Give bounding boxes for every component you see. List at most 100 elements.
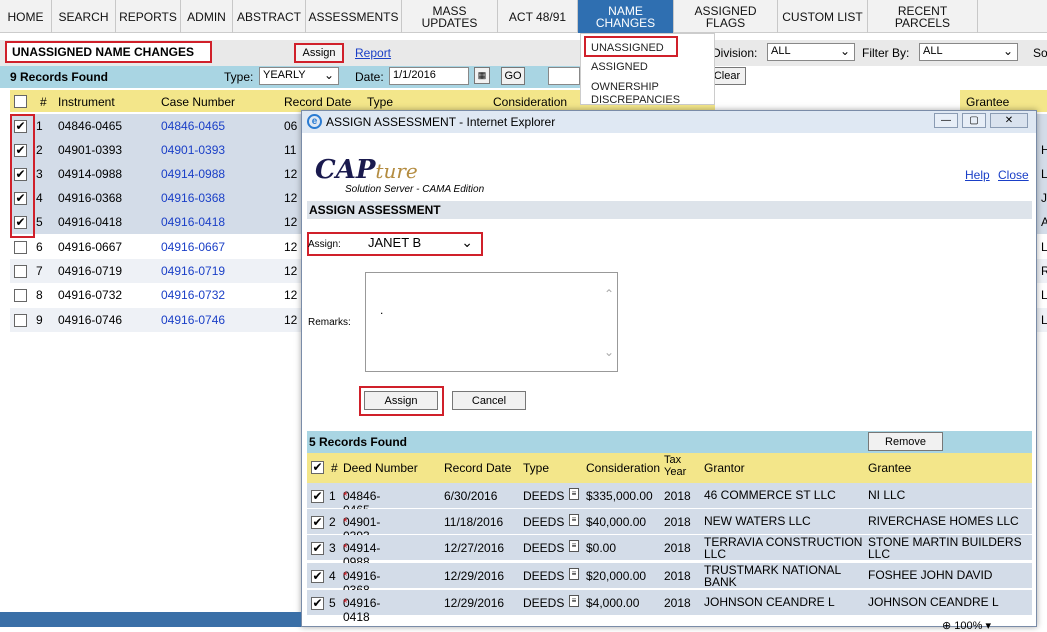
- row-case-number-link[interactable]: 04916-0746: [161, 313, 225, 327]
- row-number: 3: [36, 167, 43, 181]
- row-number: 9: [36, 313, 43, 327]
- sort-label: So: [1033, 46, 1047, 60]
- maximize-icon[interactable]: ▢: [962, 113, 986, 128]
- dialog-row-consideration: $4,000.00: [586, 596, 640, 610]
- dialog-table-header: ✔ # Deed Number Record Date Type Conside…: [307, 453, 1032, 483]
- nav-mass-updates[interactable]: MASS UPDATES: [402, 0, 498, 33]
- nav-custom-list[interactable]: CUSTOM LIST: [778, 0, 868, 33]
- row-case-number-link[interactable]: 04916-0418: [161, 215, 225, 229]
- row-checkbox[interactable]: [14, 314, 27, 327]
- document-icon[interactable]: ≡: [569, 595, 579, 607]
- remarks-textarea[interactable]: . ⌃ ⌄: [365, 272, 618, 372]
- dialog-row-grantor: TRUSTMARK NATIONAL BANK: [704, 563, 841, 589]
- dialog-table-row[interactable]: ✔404916-0368*12/29/2016DEEDS≡$20,000.002…: [307, 563, 1032, 597]
- row-checkbox[interactable]: [14, 265, 27, 278]
- row-record-date: 12: [284, 313, 298, 327]
- nav-recent-parcels[interactable]: RECENT PARCELS: [868, 0, 978, 33]
- nav-home[interactable]: HOME: [0, 0, 52, 33]
- row-case-number-link[interactable]: 04916-0667: [161, 240, 225, 254]
- remove-button[interactable]: Remove: [868, 432, 943, 451]
- assign-button[interactable]: Assign: [294, 43, 344, 63]
- calendar-icon[interactable]: ▦: [474, 67, 490, 84]
- row-record-date: 12: [284, 240, 298, 254]
- row-case-number-link[interactable]: 04901-0393: [161, 143, 225, 157]
- row-grantee-partial: L: [1041, 167, 1047, 181]
- dialog-row-tax-year: 2018: [664, 541, 691, 555]
- row-case-number-link[interactable]: 04916-0719: [161, 264, 225, 278]
- row-checkbox[interactable]: [14, 289, 27, 302]
- col-case-number[interactable]: Case Number: [161, 95, 235, 109]
- zoom-indicator[interactable]: ⊕ 100% ▾: [942, 619, 991, 632]
- assign-select[interactable]: JANET B ⌄: [365, 234, 477, 254]
- row-instrument: 04916-0418: [58, 215, 123, 229]
- nav-search[interactable]: SEARCH: [52, 0, 116, 33]
- dcol-record-date: Record Date: [444, 461, 512, 475]
- dialog-row-consideration: $40,000.00: [586, 515, 647, 529]
- row-checkbox[interactable]: [14, 241, 27, 254]
- nav-act-48-91[interactable]: ACT 48/91: [498, 0, 578, 33]
- scroll-down-icon[interactable]: ⌄: [604, 345, 614, 359]
- scroll-up-icon[interactable]: ⌃: [604, 287, 614, 301]
- row-grantee-partial: L: [1041, 240, 1047, 254]
- nav-admin[interactable]: ADMIN: [181, 0, 233, 33]
- row-record-date: 06: [284, 119, 298, 133]
- ie-icon: e: [307, 114, 322, 129]
- dialog-row-grantee: FOSHEE JOHN DAVID: [868, 568, 993, 582]
- division-select[interactable]: ALL ⌄: [767, 43, 855, 61]
- dialog-select-all-checkbox[interactable]: ✔: [311, 461, 324, 474]
- minimize-icon[interactable]: —: [934, 113, 958, 128]
- date-input[interactable]: 1/1/2016: [389, 67, 469, 85]
- help-link[interactable]: Help: [965, 168, 990, 182]
- row-instrument: 04916-0719: [58, 264, 123, 278]
- type-value: YEARLY: [263, 69, 306, 81]
- dialog-row-grantee: JOHNSON CEANDRE L: [868, 595, 999, 609]
- col-consideration[interactable]: Consideration: [493, 95, 567, 109]
- go-button[interactable]: GO: [501, 67, 525, 85]
- document-icon[interactable]: ≡: [569, 568, 579, 580]
- close-link[interactable]: Close: [998, 168, 1029, 182]
- dialog-table-row[interactable]: ✔204901-0393*11/18/2016DEEDS≡$40,000.002…: [307, 509, 1032, 543]
- col-type[interactable]: Type: [367, 95, 393, 109]
- nav-reports[interactable]: REPORTS: [116, 0, 181, 33]
- filter-select[interactable]: ALL ⌄: [919, 43, 1018, 61]
- row-instrument: 04916-0746: [58, 313, 123, 327]
- dialog-row-checkbox[interactable]: ✔: [311, 516, 324, 529]
- row-instrument: 04901-0393: [58, 143, 123, 157]
- document-icon[interactable]: ≡: [569, 488, 579, 500]
- dialog-row-grantor: 46 COMMERCE ST LLC: [704, 488, 836, 502]
- type-select[interactable]: YEARLY ⌄: [259, 67, 339, 85]
- search-input[interactable]: [548, 67, 580, 85]
- close-window-icon[interactable]: ✕: [990, 113, 1028, 128]
- dialog-row-checkbox[interactable]: ✔: [311, 597, 324, 610]
- cancel-button[interactable]: Cancel: [452, 391, 526, 410]
- nav-name-changes[interactable]: NAME CHANGES: [578, 0, 674, 33]
- dialog-table-row[interactable]: ✔ 5 04916-0418 * 12/29/2016 DEEDS ≡ $4,000.00 20…: [307, 590, 1032, 624]
- dialog-row-checkbox[interactable]: ✔: [311, 542, 324, 555]
- nav-assigned-flags[interactable]: ASSIGNED FLAGS: [674, 0, 778, 33]
- dialog-table-row[interactable]: ✔104846-0465*6/30/2016DEEDS≡$335,000.002…: [307, 483, 1032, 517]
- dialog-row-checkbox[interactable]: ✔: [311, 490, 324, 503]
- menu-discrepancies[interactable]: DISCREPANCIES: [591, 94, 680, 106]
- report-link[interactable]: Report: [355, 46, 391, 60]
- col-record-date[interactable]: Record Date: [284, 95, 351, 109]
- nav-assessments[interactable]: ASSESSMENTS: [306, 0, 402, 33]
- dialog-row-checkbox[interactable]: ✔: [311, 570, 324, 583]
- select-all-checkbox[interactable]: [14, 95, 27, 108]
- dialog-row-number: 3: [329, 541, 336, 555]
- dialog-table-row[interactable]: ✔ 3 04914-0988 * 12/27/2016 DEEDS ≡ $0.00 2018 TE…: [307, 535, 1032, 569]
- col-number: #: [40, 95, 47, 109]
- document-icon[interactable]: ≡: [569, 540, 579, 552]
- row-case-number-link[interactable]: 04846-0465: [161, 119, 225, 133]
- document-icon[interactable]: ≡: [569, 514, 579, 526]
- row-case-number-link[interactable]: 04916-0368: [161, 191, 225, 205]
- nav-abstract[interactable]: ABSTRACT: [233, 0, 306, 33]
- dcol-type: Type: [523, 461, 550, 475]
- menu-ownership[interactable]: OWNERSHIP: [591, 81, 659, 93]
- row-case-number-link[interactable]: 04914-0988: [161, 167, 225, 181]
- menu-assigned[interactable]: ASSIGNED: [591, 61, 648, 73]
- col-instrument[interactable]: Instrument: [58, 95, 115, 109]
- row-case-number-link[interactable]: 04916-0732: [161, 288, 225, 302]
- assign-submit-button[interactable]: Assign: [364, 391, 438, 410]
- chevron-down-icon: ⌄: [839, 44, 850, 58]
- col-grantee[interactable]: Grantee: [966, 95, 1009, 109]
